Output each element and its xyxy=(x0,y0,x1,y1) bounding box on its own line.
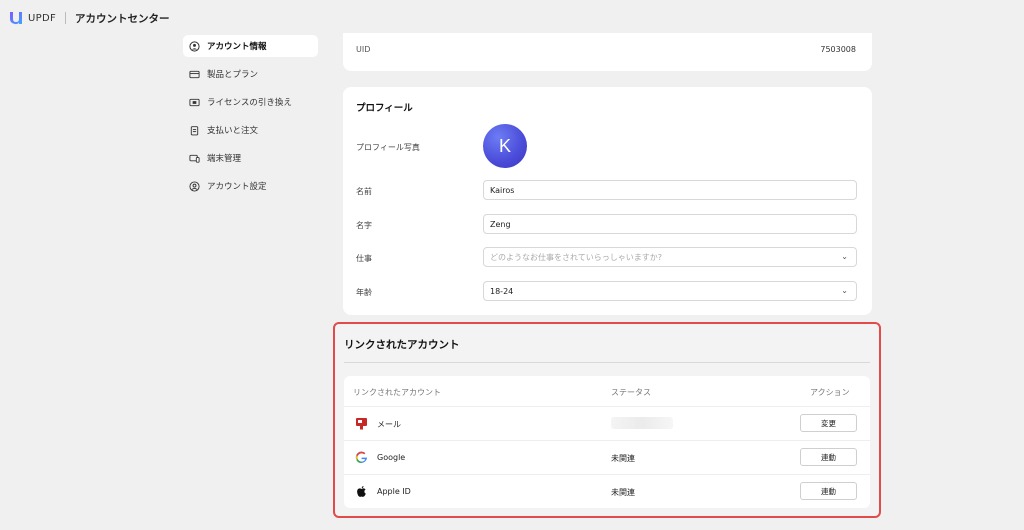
clipboard-icon xyxy=(190,125,199,135)
table-row: メール 変更 xyxy=(344,406,870,439)
uid-value: 7503008 xyxy=(820,45,856,54)
status-text: 未関連 xyxy=(611,488,635,497)
sidebar-item-label: アカウント設定 xyxy=(207,182,267,192)
linked-accounts-title: リンクされたアカウント xyxy=(344,339,460,351)
linked-accounts-table: リンクされたアカウント ステータス アクション メール 変更 Google 未関… xyxy=(344,376,870,508)
first-name-field[interactable]: Kairos xyxy=(483,180,857,200)
sidebar-item-license[interactable]: ライセンスの引き換え xyxy=(183,91,318,113)
first-name-label: 名前 xyxy=(356,187,372,196)
job-select[interactable]: どのようなお仕事をされていらっしゃいますか? ⌄ xyxy=(483,247,857,267)
age-value: 18-24 xyxy=(490,286,514,296)
table-row: Google 未関連 連動 xyxy=(344,440,870,473)
uid-card: UID 7503008 xyxy=(343,33,872,71)
link-apple-button[interactable]: 連動 xyxy=(800,482,857,500)
last-name-label: 名字 xyxy=(356,221,372,230)
job-label: 仕事 xyxy=(356,254,372,263)
sidebar-item-label: アカウント情報 xyxy=(207,42,267,52)
account-name: Google xyxy=(377,453,406,462)
sidebar-item-account-settings[interactable]: アカウント設定 xyxy=(183,175,318,197)
last-name-value: Zeng xyxy=(490,219,511,229)
last-name-field[interactable]: Zeng xyxy=(483,214,857,234)
brand-name: UPDF xyxy=(28,12,57,24)
column-header-account: リンクされたアカウント xyxy=(353,388,441,397)
link-google-button[interactable]: 連動 xyxy=(800,448,857,466)
chevron-down-icon: ⌄ xyxy=(841,286,848,295)
sidebar-item-products[interactable]: 製品とプラン xyxy=(183,63,318,85)
email-status-redacted xyxy=(611,417,673,429)
sidebar-item-label: 製品とプラン xyxy=(207,70,259,80)
sidebar-item-label: 端末管理 xyxy=(207,154,242,164)
sidebar: アカウント情報 製品とプラン ライセンスの引き換え 支払いと注文 端末管理 アカ… xyxy=(183,35,318,203)
column-header-status: ステータス xyxy=(611,388,651,397)
apple-icon xyxy=(357,486,366,497)
header-divider xyxy=(65,12,67,24)
job-placeholder: どのようなお仕事をされていらっしゃいますか? xyxy=(490,252,663,262)
divider xyxy=(344,362,870,363)
devices-icon xyxy=(189,154,200,163)
chevron-down-icon: ⌄ xyxy=(841,252,848,261)
mail-icon xyxy=(356,418,367,430)
sidebar-item-label: ライセンスの引き換え xyxy=(207,98,292,108)
account-name: Apple ID xyxy=(377,487,411,496)
avatar[interactable]: K xyxy=(483,124,527,168)
updf-logo-icon[interactable] xyxy=(8,10,24,26)
status-text: 未関連 xyxy=(611,454,635,463)
profile-photo-label: プロフィール写真 xyxy=(356,143,420,152)
first-name-value: Kairos xyxy=(490,185,515,195)
age-select[interactable]: 18-24 ⌄ xyxy=(483,281,857,301)
sidebar-item-payments[interactable]: 支払いと注文 xyxy=(183,119,318,141)
user-settings-icon xyxy=(189,180,200,192)
table-row: Apple ID 未関連 連動 xyxy=(344,474,870,507)
google-icon xyxy=(355,451,367,464)
sidebar-item-devices[interactable]: 端末管理 xyxy=(183,147,318,169)
account-name: メール xyxy=(377,420,401,429)
page-title: アカウントセンター xyxy=(75,12,170,25)
top-bar: UPDF アカウントセンター xyxy=(0,0,1024,36)
profile-card: プロフィール プロフィール写真 K 名前 Kairos 名字 Zeng 仕事 ど… xyxy=(343,87,872,315)
column-header-action: アクション xyxy=(810,388,850,397)
sidebar-item-label: 支払いと注文 xyxy=(207,126,259,136)
profile-title: プロフィール xyxy=(356,103,413,114)
uid-label: UID xyxy=(356,45,371,54)
change-email-button[interactable]: 変更 xyxy=(800,414,857,432)
card-icon xyxy=(189,70,200,78)
linked-accounts-section: リンクされたアカウント リンクされたアカウント ステータス アクション メール … xyxy=(333,322,881,518)
age-label: 年齢 xyxy=(356,288,372,297)
sidebar-item-account-info[interactable]: アカウント情報 xyxy=(183,35,318,57)
ticket-icon xyxy=(189,98,200,106)
avatar-letter: K xyxy=(498,135,511,156)
user-circle-icon xyxy=(189,40,200,52)
